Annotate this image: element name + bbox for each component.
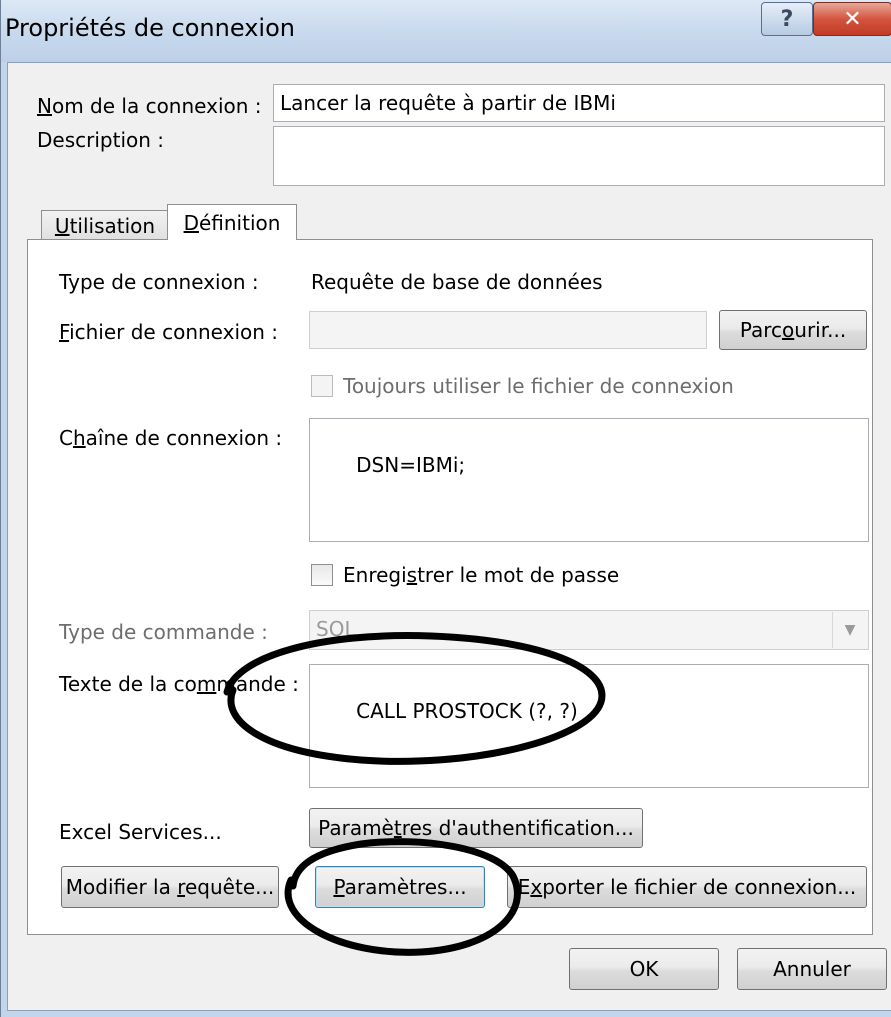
command-text-textarea[interactable]: CALL PROSTOCK (?, ?) bbox=[309, 664, 869, 788]
close-button[interactable]: ✕ bbox=[813, 2, 891, 36]
always-use-file-checkbox[interactable] bbox=[311, 375, 333, 397]
ok-label: OK bbox=[629, 957, 659, 981]
save-password-checkbox[interactable] bbox=[311, 564, 333, 586]
connection-name-label: Nom de la connexion : bbox=[37, 94, 262, 118]
tab-utilisation[interactable]: Utilisation bbox=[41, 210, 169, 240]
connection-name-value: Lancer la requête à partir de IBMi bbox=[280, 91, 616, 115]
connection-string-textarea[interactable]: DSN=IBMi; bbox=[309, 418, 869, 542]
browse-button-label: Parcourir... bbox=[739, 318, 847, 342]
tab-definition[interactable]: Définition bbox=[167, 204, 297, 240]
command-text-value: CALL PROSTOCK (?, ?) bbox=[356, 699, 578, 723]
connection-name-input[interactable]: Lancer la requête à partir de IBMi bbox=[273, 84, 885, 122]
tab-utilisation-label: Utilisation bbox=[54, 213, 156, 238]
title-bar[interactable]: Propriétés de connexion ? ✕ bbox=[1, 0, 891, 62]
command-type-select[interactable]: SQL ▼ bbox=[309, 610, 869, 650]
window-title: Propriétés de connexion bbox=[5, 14, 295, 42]
parameters-button[interactable]: Paramètres... bbox=[315, 866, 485, 908]
authentication-settings-label: Paramètres d'authentification... bbox=[318, 816, 634, 840]
cancel-button[interactable]: Annuler bbox=[737, 948, 887, 990]
parameters-label: Paramètres... bbox=[333, 875, 467, 899]
export-connection-file-label: Exporter le fichier de connexion... bbox=[517, 875, 857, 899]
help-button[interactable]: ? bbox=[761, 2, 813, 36]
cancel-label: Annuler bbox=[773, 957, 851, 981]
export-connection-file-button[interactable]: Exporter le fichier de connexion... bbox=[507, 866, 867, 908]
tab-definition-label: Définition bbox=[183, 210, 281, 235]
authentication-settings-button[interactable]: Paramètres d'authentification... bbox=[309, 808, 643, 848]
help-icon: ? bbox=[780, 6, 794, 32]
chevron-down-icon[interactable]: ▼ bbox=[832, 612, 867, 648]
edit-query-button[interactable]: Modifier la requête... bbox=[61, 866, 279, 908]
ok-button[interactable]: OK bbox=[569, 948, 719, 990]
description-input[interactable] bbox=[273, 126, 885, 186]
description-label: Description : bbox=[37, 128, 165, 152]
connection-string-value: DSN=IBMi; bbox=[356, 453, 466, 477]
browse-button[interactable]: Parcourir... bbox=[719, 310, 867, 350]
command-type-value: SQL bbox=[316, 617, 356, 641]
connection-properties-dialog: Propriétés de connexion ? ✕ Nom de la co… bbox=[0, 0, 891, 1017]
connection-file-input[interactable] bbox=[309, 311, 707, 349]
edit-query-label: Modifier la requête... bbox=[65, 875, 275, 899]
close-icon: ✕ bbox=[843, 6, 862, 32]
